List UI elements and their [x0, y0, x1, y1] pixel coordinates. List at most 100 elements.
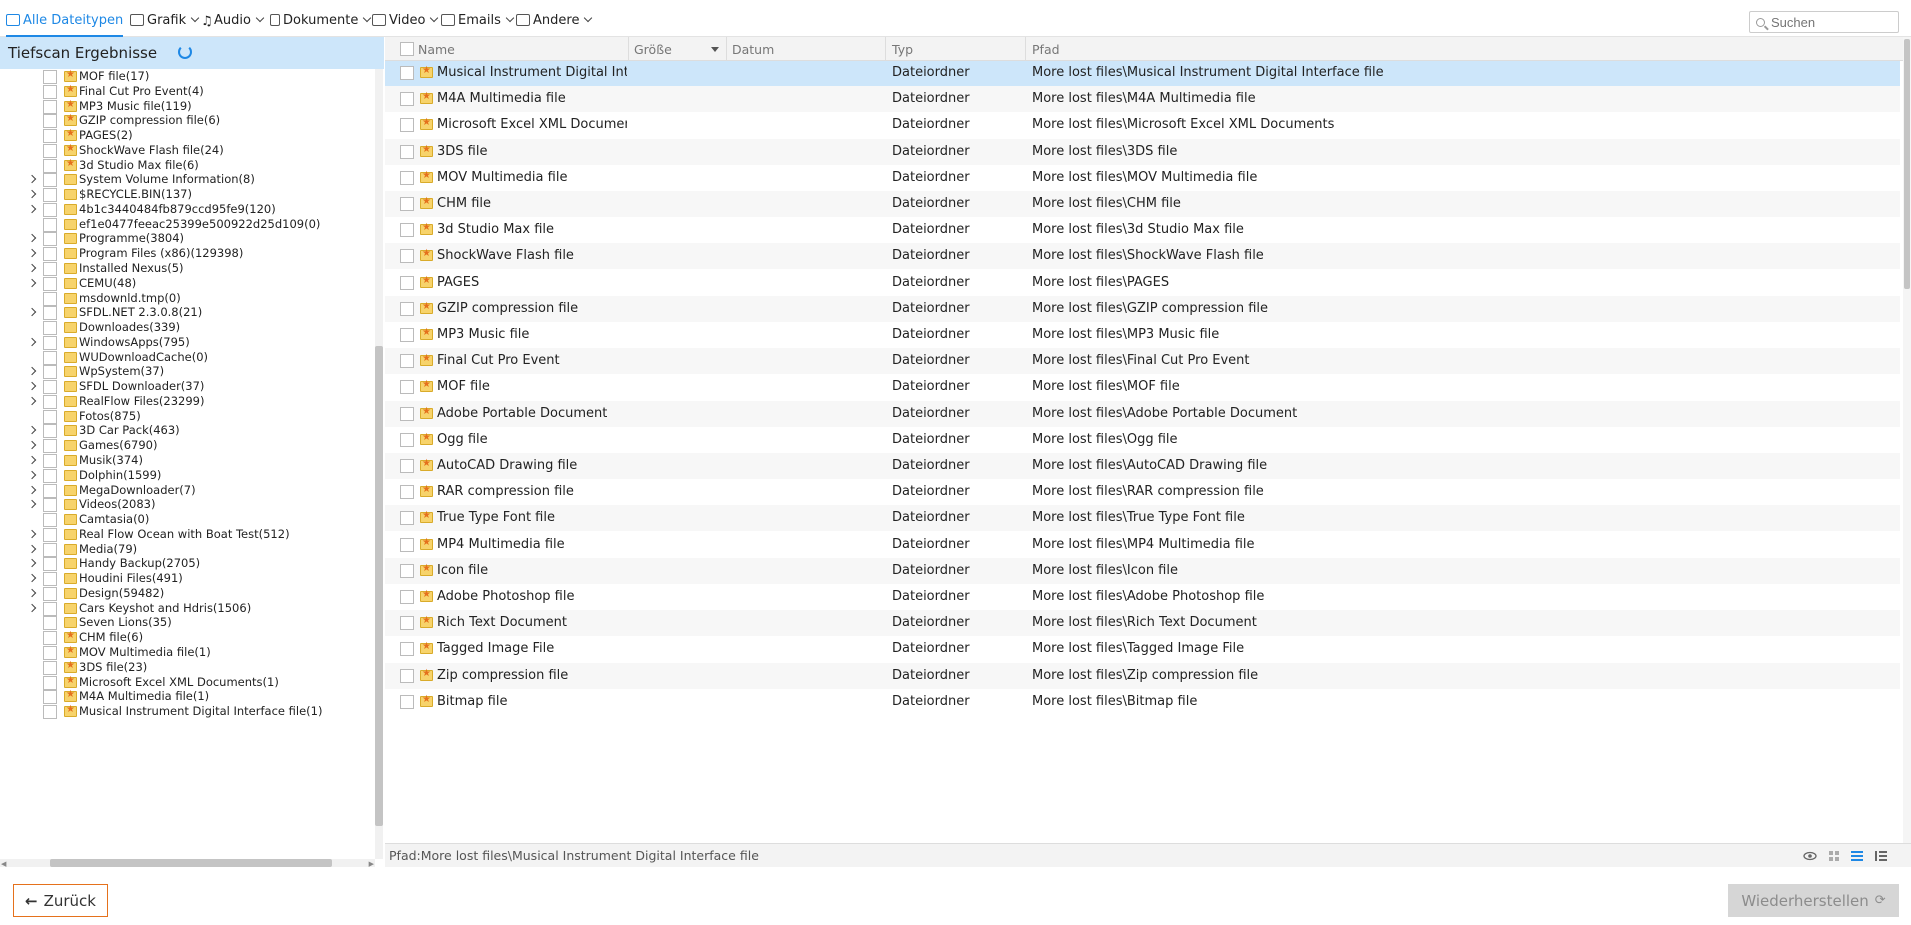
- tab-andere[interactable]: Andere: [516, 10, 593, 30]
- table-row[interactable]: MP3 Music file Dateiordner More lost files…: [385, 322, 1900, 348]
- chevron-right-icon[interactable]: [27, 278, 37, 288]
- chevron-right-icon[interactable]: [27, 396, 37, 406]
- table-row[interactable]: Rich Text Document Dateiordner More lost f…: [385, 610, 1900, 637]
- tab-emails[interactable]: Emails: [441, 10, 515, 30]
- table-row[interactable]: Adobe Photoshop file Dateiordner More lost…: [385, 584, 1900, 610]
- chevron-right-icon[interactable]: [27, 175, 37, 184]
- row-checkbox[interactable]: [400, 118, 414, 133]
- chevron-right-icon[interactable]: [27, 381, 37, 391]
- table-row[interactable]: Adobe Portable Document Dateiordner More l…: [385, 400, 1900, 427]
- table-row[interactable]: Tagged Image File Dateiordner More lost fi…: [385, 636, 1900, 662]
- table-row[interactable]: True Type Font file Dateiordner More lost …: [385, 505, 1900, 532]
- chevron-right-icon[interactable]: [27, 367, 37, 376]
- column-header-size[interactable]: Größe: [634, 37, 672, 61]
- tab-dokumente[interactable]: Dokumente: [270, 10, 372, 30]
- chevron-right-icon[interactable]: [27, 234, 37, 243]
- chevron-right-icon[interactable]: [27, 603, 37, 612]
- row-checkbox[interactable]: [400, 459, 414, 473]
- table-row[interactable]: GZIP compression file Dateiordner More los…: [385, 295, 1900, 322]
- table-row[interactable]: ShockWave Flash file Dateiordner More lost…: [385, 243, 1900, 270]
- table-row[interactable]: Icon file Dateiordner More lost files\Icon…: [385, 557, 1900, 584]
- table-row[interactable]: Zip compression file Dateiordner More lost…: [385, 662, 1900, 689]
- row-checkbox[interactable]: [400, 563, 414, 578]
- row-checkbox[interactable]: [400, 642, 414, 657]
- chevron-right-icon[interactable]: [27, 308, 37, 317]
- row-checkbox[interactable]: [400, 406, 414, 421]
- column-header-date[interactable]: Datum: [732, 37, 774, 61]
- column-header-name[interactable]: Name: [418, 37, 455, 61]
- chevron-right-icon[interactable]: [27, 470, 37, 480]
- chevron-right-icon[interactable]: [27, 248, 37, 258]
- row-checkbox[interactable]: [400, 694, 414, 709]
- table-row[interactable]: Musical Instrument Digital Inte... Dateio…: [385, 61, 1900, 86]
- row-checkbox[interactable]: [400, 275, 414, 290]
- row-checkbox[interactable]: [400, 170, 414, 185]
- chevron-right-icon[interactable]: [27, 426, 37, 435]
- tree-item-checkbox[interactable]: [43, 705, 57, 720]
- row-checkbox[interactable]: [400, 354, 414, 369]
- table-vertical-scrollbar[interactable]: [1903, 37, 1911, 843]
- row-checkbox[interactable]: [400, 511, 414, 526]
- table-row[interactable]: MOF file Dateiordner More lost files\MOF f…: [385, 374, 1900, 400]
- table-row[interactable]: Microsoft Excel XML Documents Dateiordner…: [385, 112, 1900, 138]
- thumbnail-view-icon[interactable]: [1827, 849, 1841, 863]
- chevron-down-icon[interactable]: [505, 13, 515, 23]
- eye-icon[interactable]: [1803, 849, 1817, 863]
- table-row[interactable]: MOV Multimedia file Dateiordner More lost …: [385, 165, 1900, 191]
- tab-alle-dateitypen[interactable]: Alle Dateitypen: [6, 10, 124, 37]
- scroll-left-icon[interactable]: ◀: [1, 860, 6, 868]
- chevron-right-icon[interactable]: [27, 263, 37, 273]
- chevron-right-icon[interactable]: [27, 544, 37, 553]
- search-box[interactable]: [1749, 11, 1899, 33]
- row-checkbox[interactable]: [400, 380, 414, 395]
- chevron-right-icon[interactable]: [27, 189, 37, 199]
- row-checkbox[interactable]: [400, 537, 414, 552]
- scroll-right-icon[interactable]: ▶: [369, 860, 374, 868]
- row-checkbox[interactable]: [400, 301, 414, 316]
- row-checkbox[interactable]: [400, 249, 414, 264]
- tab-audio[interactable]: ♫ Audio: [201, 10, 265, 30]
- scrollbar-thumb[interactable]: [375, 346, 383, 826]
- row-checkbox[interactable]: [400, 590, 414, 604]
- chevron-down-icon[interactable]: [255, 13, 265, 23]
- row-checkbox[interactable]: [400, 197, 414, 211]
- chevron-right-icon[interactable]: [27, 204, 37, 214]
- row-checkbox[interactable]: [400, 92, 414, 107]
- list-view-icon[interactable]: [1850, 849, 1864, 863]
- table-row[interactable]: 3d Studio Max file Dateiordner More lost f…: [385, 217, 1900, 243]
- table-row[interactable]: PAGES Dateiordner More lost files\PAGES: [385, 270, 1900, 296]
- refresh-icon[interactable]: [178, 45, 192, 59]
- row-checkbox[interactable]: [400, 432, 414, 447]
- column-header-type[interactable]: Typ: [892, 37, 913, 61]
- table-row[interactable]: CHM file Dateiordner More lost files\CHM f…: [385, 191, 1900, 217]
- row-checkbox[interactable]: [400, 668, 414, 683]
- chevron-down-icon[interactable]: [363, 13, 372, 23]
- column-header-path[interactable]: Pfad: [1032, 37, 1060, 61]
- table-row[interactable]: MP4 Multimedia file Dateiordner More lost …: [385, 532, 1900, 558]
- table-row[interactable]: RAR compression file Dateiordner More lost…: [385, 479, 1900, 505]
- row-checkbox[interactable]: [400, 485, 414, 500]
- select-all-checkbox[interactable]: [400, 42, 414, 56]
- chevron-right-icon[interactable]: [27, 588, 37, 598]
- chevron-right-icon[interactable]: [27, 455, 37, 465]
- tree-vertical-scrollbar[interactable]: [375, 69, 383, 859]
- table-row[interactable]: Ogg file Dateiordner More lost files\Ogg f…: [385, 427, 1900, 453]
- scrollbar-thumb[interactable]: [1904, 39, 1910, 289]
- row-checkbox[interactable]: [400, 66, 414, 80]
- chevron-right-icon[interactable]: [27, 337, 37, 347]
- chevron-right-icon[interactable]: [27, 500, 37, 509]
- chevron-down-icon[interactable]: [584, 13, 593, 23]
- chevron-right-icon[interactable]: [27, 441, 37, 450]
- scrollbar-thumb[interactable]: [50, 859, 332, 867]
- chevron-right-icon[interactable]: [27, 485, 37, 494]
- table-row[interactable]: 3DS file Dateiordner More lost files\3DS f…: [385, 138, 1900, 165]
- back-button[interactable]: ← Zurück: [13, 884, 108, 917]
- tree-horizontal-scrollbar[interactable]: ◀ ▶: [0, 859, 375, 868]
- chevron-down-icon[interactable]: [190, 13, 200, 23]
- chevron-right-icon[interactable]: [27, 573, 37, 583]
- row-checkbox[interactable]: [400, 328, 414, 342]
- search-input[interactable]: [1771, 14, 1886, 30]
- detail-view-icon[interactable]: [1874, 849, 1888, 863]
- row-checkbox[interactable]: [400, 223, 414, 238]
- table-row[interactable]: Bitmap file Dateiordner More lost files\Bi…: [385, 689, 1900, 715]
